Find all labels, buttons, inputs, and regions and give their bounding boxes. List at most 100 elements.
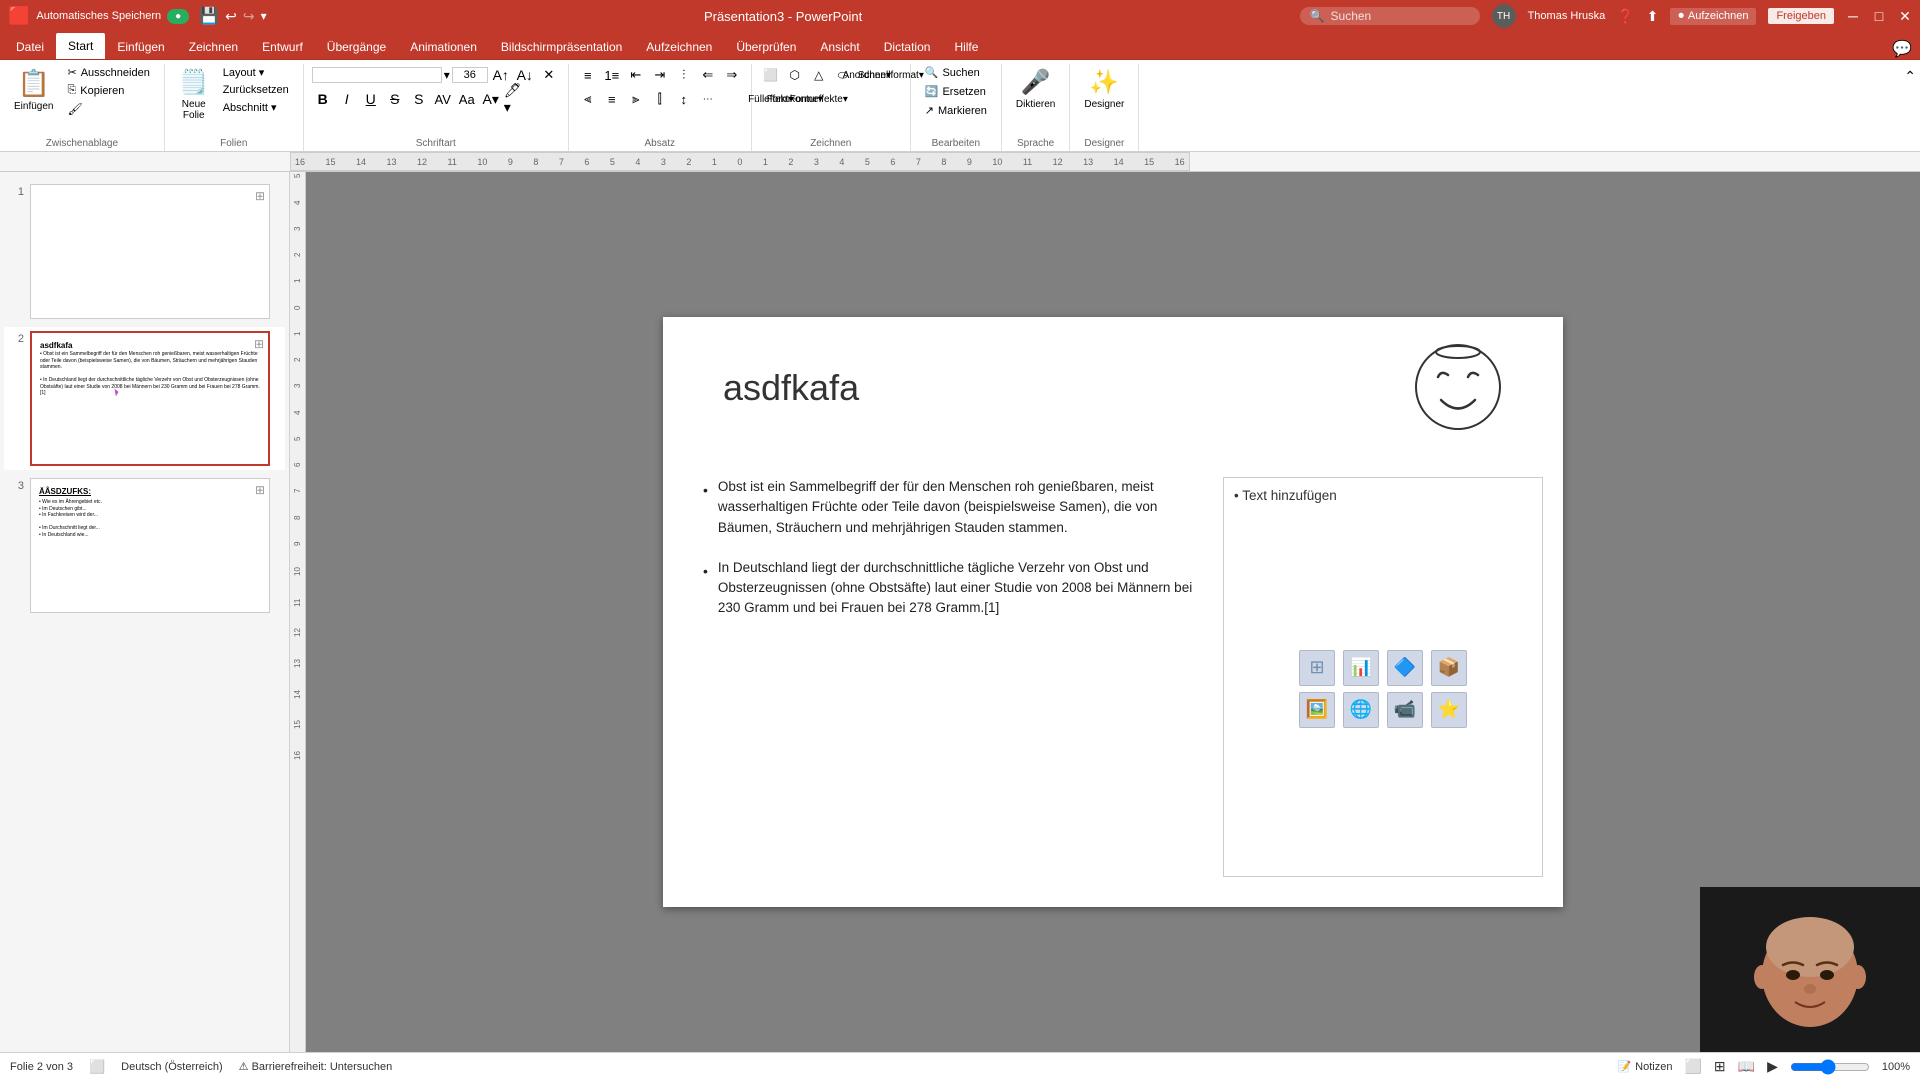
language-label[interactable]: Deutsch (Österreich) [121, 1061, 222, 1073]
shadow-btn[interactable]: S [408, 88, 430, 110]
bold-btn[interactable]: B [312, 88, 334, 110]
einfuegen-button[interactable]: 📋 Einfügen [8, 64, 59, 116]
tab-aufzeichnen[interactable]: Aufzeichnen [634, 35, 724, 59]
font-name-input[interactable] [312, 67, 442, 83]
presentation-btn[interactable]: ▶ [1767, 1058, 1778, 1075]
tab-einfuegen[interactable]: Einfügen [105, 35, 176, 59]
ribbon-drawing-group: ⬜ ⬡ △ ⬭ Anordnen▾ Schnellformat▾ Fülleff… [752, 64, 911, 151]
kopieren-btn[interactable]: ⎘ Kopieren [61, 82, 155, 99]
markieren-btn[interactable]: ↗ Markieren [919, 102, 993, 119]
font-color-btn[interactable]: A▾ [480, 88, 502, 110]
notes-btn[interactable]: 📝 Notizen [1617, 1060, 1672, 1073]
reading-view-btn[interactable]: 📖 [1738, 1058, 1755, 1075]
diktieren-button[interactable]: 🎤 Diktieren [1010, 64, 1061, 114]
zoom-slider[interactable] [1790, 1059, 1870, 1075]
decrease-indent-btn[interactable]: ⇤ [625, 64, 647, 86]
tab-ueberpruefen[interactable]: Überprüfen [724, 35, 808, 59]
tab-zeichnen[interactable]: Zeichnen [177, 35, 250, 59]
tab-hilfe[interactable]: Hilfe [942, 35, 990, 59]
increase-indent-btn[interactable]: ⇥ [649, 64, 671, 86]
tab-uebergaenge[interactable]: Übergänge [315, 35, 398, 59]
redo-icon[interactable]: ↪ [243, 8, 255, 25]
slide-thumb-3[interactable]: 3 ÄÂSDZUFKS: • Wie es im Ährengebiet etc… [4, 474, 285, 617]
char-spacing-btn[interactable]: AV [432, 88, 454, 110]
tab-dictation[interactable]: Dictation [872, 35, 943, 59]
bullets-btn[interactable]: ≡ [577, 64, 599, 86]
slide-thumb-2[interactable]: 2 asdfkafa • Obst ist ein Sammelbegriff … [4, 327, 285, 470]
align-right-btn[interactable]: ⫸ [625, 88, 647, 110]
help-icon[interactable]: ❓ [1617, 8, 1634, 25]
format-uebertragen-btn[interactable]: 🖌 [61, 100, 155, 118]
chart-content-icon[interactable]: 📊 [1343, 650, 1379, 686]
record-button[interactable]: ⏺ Aufzeichnen [1670, 8, 1756, 25]
shape2[interactable]: ⬡ [784, 64, 806, 86]
numbering-btn[interactable]: 1≡ [601, 64, 623, 86]
abschnitt-btn[interactable]: Abschnitt ▾ [217, 99, 295, 116]
save-icon[interactable]: 💾 [199, 6, 219, 26]
tab-bildschirmpr[interactable]: Bildschirmpräsentation [489, 35, 634, 59]
slide-sorter-btn[interactable]: ⊞ [1714, 1058, 1726, 1075]
search-bar[interactable]: 🔍 Suchen [1300, 7, 1480, 25]
minimize-btn[interactable]: ─ [1846, 9, 1860, 23]
ribbon-expand[interactable]: ⌃ [1900, 64, 1920, 151]
slide-canvas[interactable]: asdfkafa • Obst ist ein Sammelbegriff de… [663, 317, 1563, 907]
table-content-icon[interactable]: ⊞ [1299, 650, 1335, 686]
ersetzen-btn[interactable]: 🔄 Ersetzen [919, 83, 993, 100]
case-btn[interactable]: Aa [456, 88, 478, 110]
media-content-icon[interactable]: 📦 [1431, 650, 1467, 686]
highlight-btn[interactable]: 🖊▾ [504, 88, 526, 110]
slide1-options-icon[interactable]: ⊞ [255, 189, 265, 203]
maximize-btn[interactable]: □ [1872, 9, 1886, 23]
zuruecksetzen-btn[interactable]: Zurücksetzen [217, 82, 295, 98]
slide-view-icon[interactable]: ⬜ [89, 1059, 105, 1075]
text-box-left[interactable]: • Obst ist ein Sammelbegriff der für den… [703, 477, 1203, 877]
undo-icon[interactable]: ↩ [225, 8, 237, 25]
shape1[interactable]: ⬜ [760, 64, 782, 86]
slide-title[interactable]: asdfkafa [723, 367, 859, 409]
more-absatz-btn[interactable]: ⋯ [697, 88, 719, 110]
tab-start[interactable]: Start [56, 33, 105, 59]
align-left-btn[interactable]: ⫷ [577, 88, 599, 110]
online-picture-icon[interactable]: 🌐 [1343, 692, 1379, 728]
ltr-btn[interactable]: ⇒ [721, 64, 743, 86]
autosave-toggle[interactable]: ● [167, 9, 189, 24]
layout-btn[interactable]: Layout ▾ [217, 64, 295, 81]
align-center-btn[interactable]: ≡ [601, 88, 623, 110]
ausschneiden-btn[interactable]: ✂ Ausschneiden [61, 64, 155, 81]
tab-datei[interactable]: Datei [4, 35, 56, 59]
slide3-options-icon[interactable]: ⊞ [255, 483, 265, 497]
underline-btn[interactable]: U [360, 88, 382, 110]
accessibility-label[interactable]: ⚠ Barrierefreiheit: Untersuchen [239, 1060, 393, 1073]
slide2-options-icon[interactable]: ⊞ [254, 337, 264, 351]
text-box-right[interactable]: • Text hinzufügen ⊞ 📊 🔷 📦 🖼️ 🌐 📹 ⭐ [1223, 477, 1543, 877]
font-size-input[interactable] [452, 67, 488, 83]
comments-icon[interactable]: 💬 [1892, 39, 1912, 59]
justify-btn[interactable]: ⫿ [649, 88, 671, 110]
tab-entwurf[interactable]: Entwurf [250, 35, 315, 59]
share-button[interactable]: Freigeben [1768, 8, 1834, 24]
more-tools-icon[interactable]: ▾ [261, 9, 267, 23]
smartart-content-icon[interactable]: 🔷 [1387, 650, 1423, 686]
ribbon-toggle-icon[interactable]: ⬆ [1647, 8, 1659, 25]
picture-content-icon[interactable]: 🖼️ [1299, 692, 1335, 728]
designer-button[interactable]: ✨ Designer [1078, 64, 1130, 114]
columns-btn[interactable]: ⫶ [673, 64, 695, 86]
clear-format-icon[interactable]: ✕ [538, 64, 560, 86]
italic-btn[interactable]: I [336, 88, 358, 110]
normal-view-btn[interactable]: ⬜ [1684, 1058, 1701, 1075]
title-bar: 🟥 Automatisches Speichern ● 💾 ↩ ↪ ▾ Präs… [0, 0, 1920, 32]
strikethrough-btn[interactable]: S [384, 88, 406, 110]
tab-ansicht[interactable]: Ansicht [808, 35, 871, 59]
formeffekte-btn[interactable]: Formeffekte▾ [808, 88, 830, 110]
rtl-btn[interactable]: ⇐ [697, 64, 719, 86]
neue-folie-button[interactable]: 🗒️ NeueFolie [173, 64, 215, 125]
suchen-btn[interactable]: 🔍 Suchen [919, 64, 993, 81]
line-spacing-btn[interactable]: ↕ [673, 88, 695, 110]
video-content-icon[interactable]: 📹 [1387, 692, 1423, 728]
icons-content-icon[interactable]: ⭐ [1431, 692, 1467, 728]
slide-thumb-1[interactable]: 1 ⊞ [4, 180, 285, 323]
close-btn[interactable]: ✕ [1898, 9, 1912, 23]
tab-animationen[interactable]: Animationen [398, 35, 489, 59]
shape3[interactable]: △ [808, 64, 830, 86]
schnellformatvorlage-btn[interactable]: Schnellformat▾ [880, 64, 902, 86]
